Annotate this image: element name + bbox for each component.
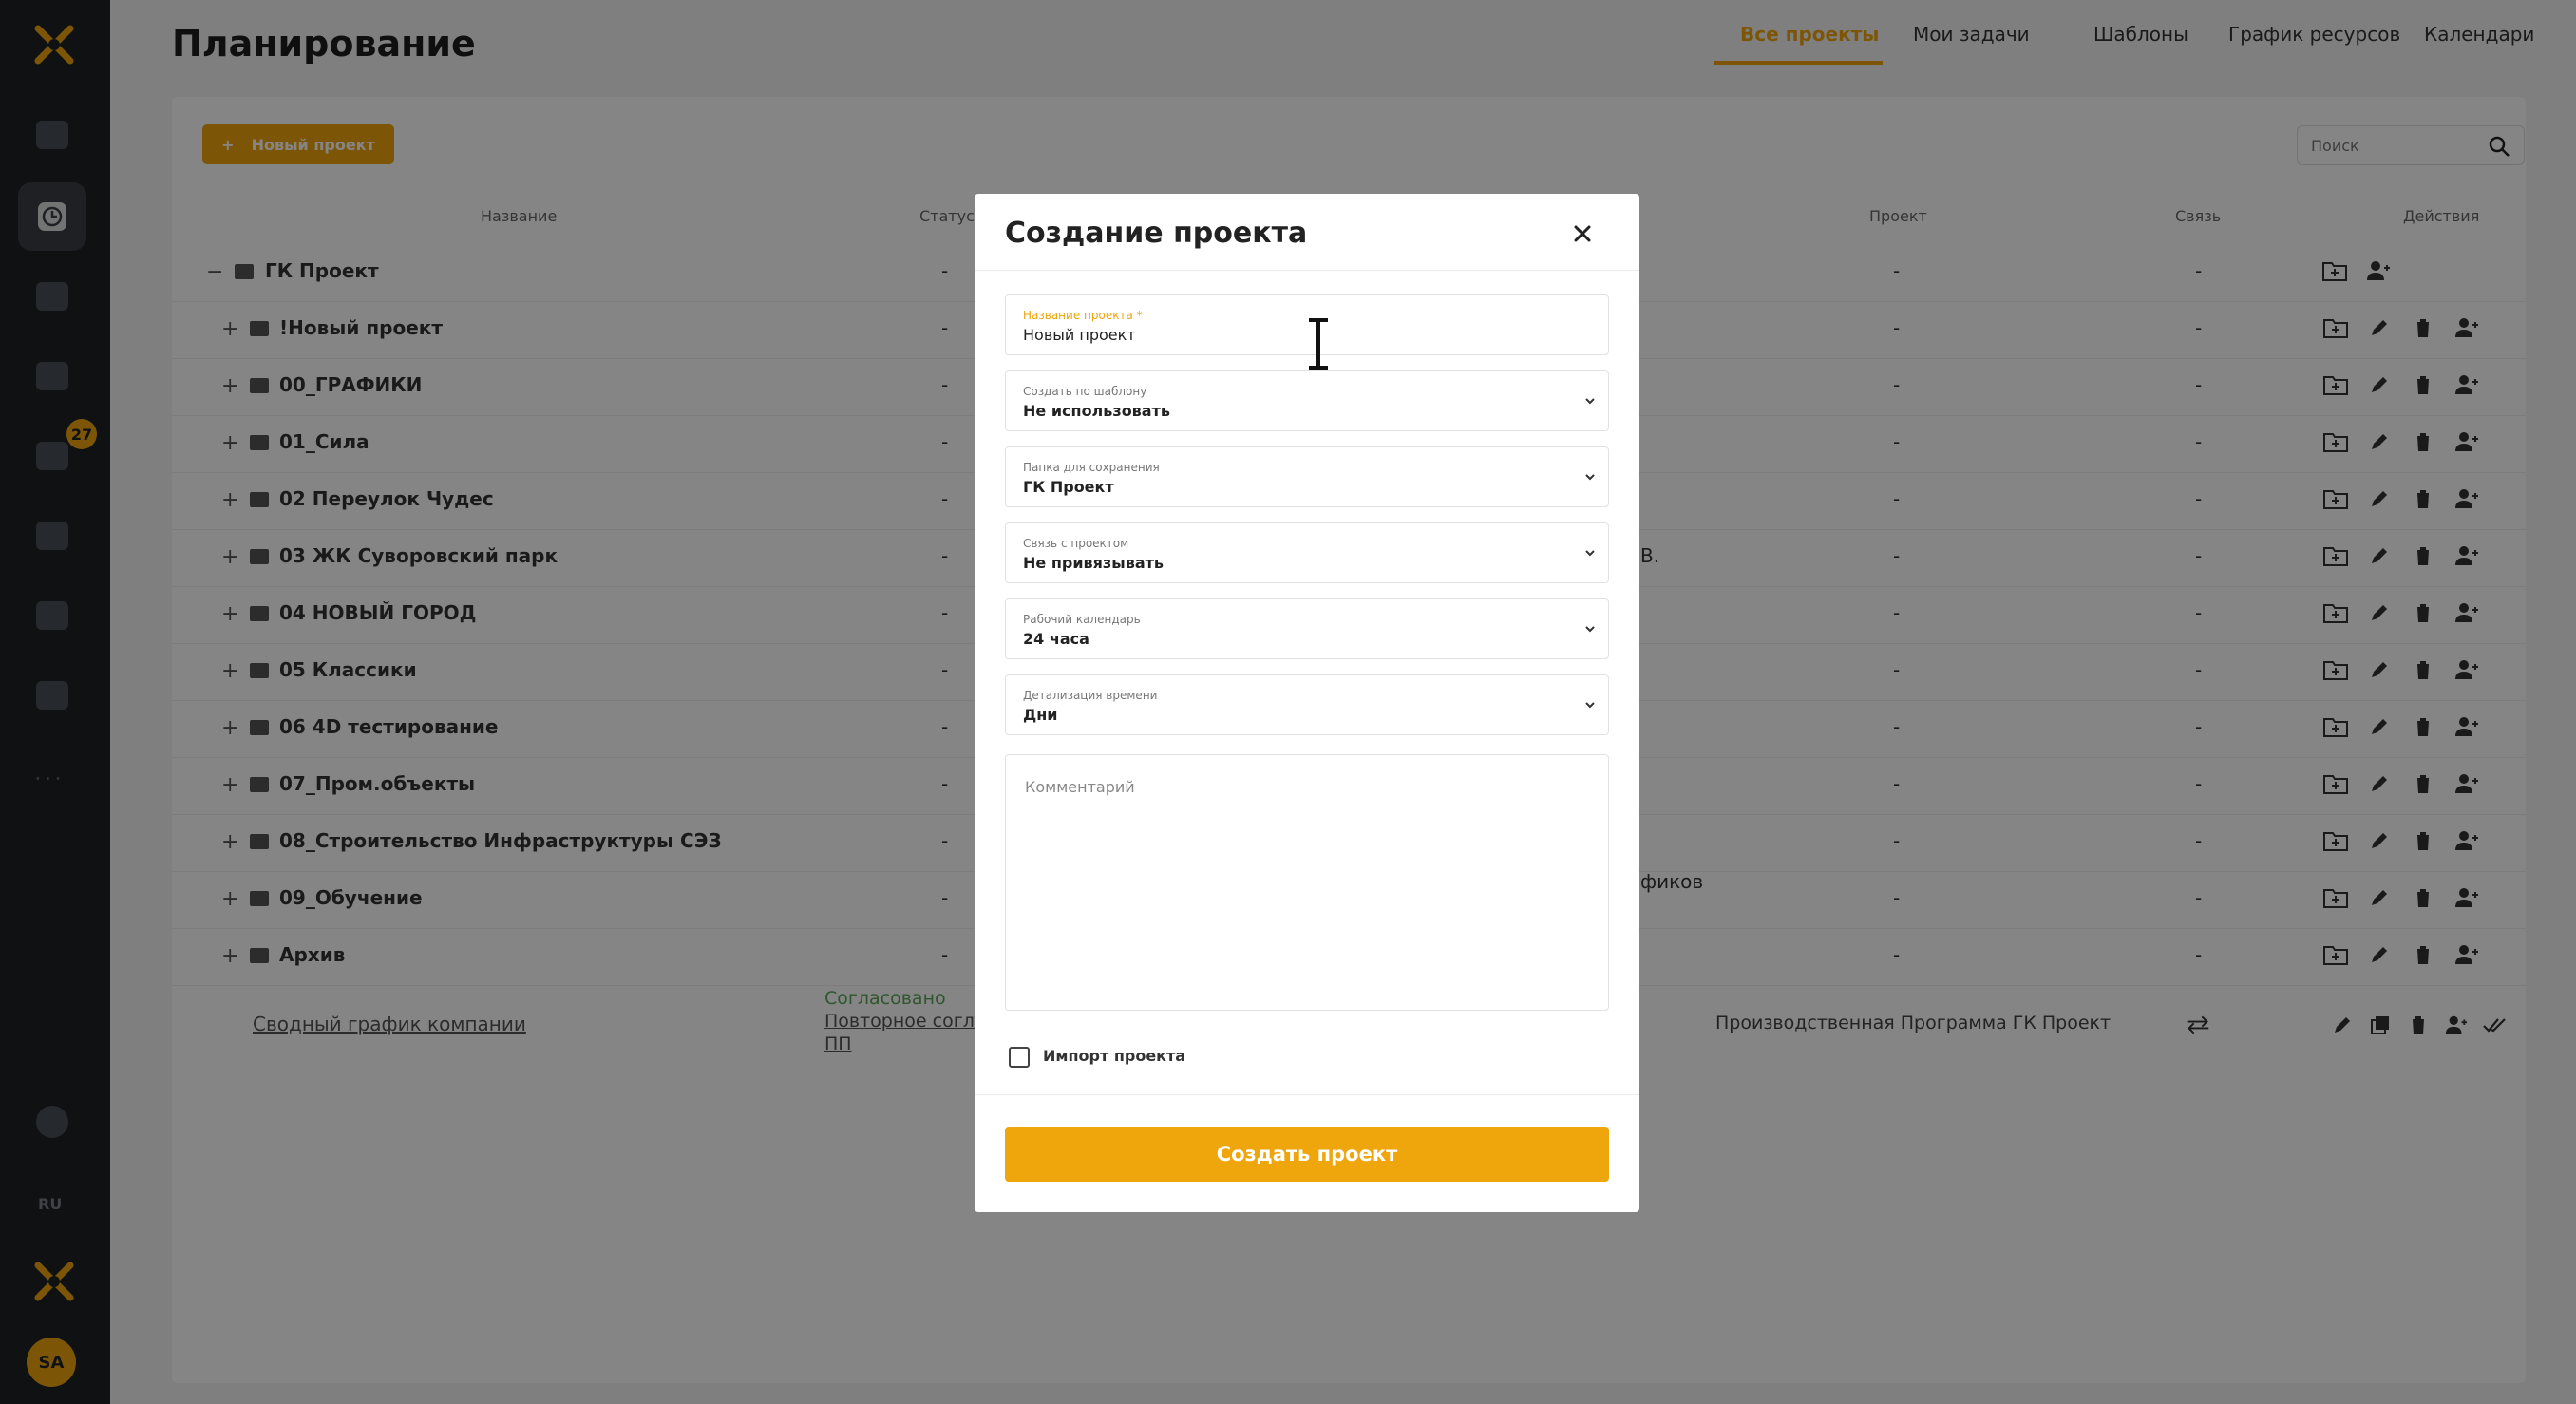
calendar-select[interactable]: Рабочий календарь 24 часа xyxy=(1005,598,1609,659)
project-name-label: Название проекта * xyxy=(1023,309,1143,322)
folder-value: ГК Проект xyxy=(1023,478,1114,496)
folder-label: Папка для сохранения xyxy=(1023,461,1160,474)
chevron-down-icon xyxy=(1585,550,1595,557)
import-checkbox[interactable] xyxy=(1009,1047,1030,1068)
folder-select[interactable]: Папка для сохранения ГК Проект xyxy=(1005,446,1609,507)
project-name-input[interactable]: Новый проект xyxy=(1023,326,1136,344)
link-project-value: Не привязывать xyxy=(1023,554,1165,572)
close-icon[interactable] xyxy=(1567,218,1598,249)
create-project-button[interactable]: Создать проект xyxy=(1005,1127,1609,1182)
divider xyxy=(975,270,1639,271)
time-detail-select[interactable]: Детализация времени Дни xyxy=(1005,674,1609,735)
template-label: Создать по шаблону xyxy=(1023,385,1147,398)
chevron-down-icon xyxy=(1585,626,1595,633)
import-label[interactable]: Импорт проекта xyxy=(1043,1047,1185,1065)
dialog-title: Создание проекта xyxy=(1005,217,1308,250)
template-select[interactable]: Создать по шаблону Не использовать xyxy=(1005,370,1609,431)
link-project-select[interactable]: Связь с проектом Не привязывать xyxy=(1005,522,1609,583)
chevron-down-icon xyxy=(1585,474,1595,481)
link-project-label: Связь с проектом xyxy=(1023,537,1129,550)
chevron-down-icon xyxy=(1585,702,1595,709)
comment-textarea[interactable]: Комментарий xyxy=(1005,754,1609,1011)
template-value: Не использовать xyxy=(1023,402,1170,420)
chevron-down-icon xyxy=(1585,398,1595,405)
divider xyxy=(975,1094,1639,1095)
text-cursor-icon xyxy=(1309,318,1328,370)
time-detail-label: Детализация времени xyxy=(1023,689,1158,702)
time-detail-value: Дни xyxy=(1023,706,1058,724)
calendar-label: Рабочий календарь xyxy=(1023,613,1141,626)
calendar-value: 24 часа xyxy=(1023,630,1089,648)
comment-placeholder: Комментарий xyxy=(1025,778,1135,796)
